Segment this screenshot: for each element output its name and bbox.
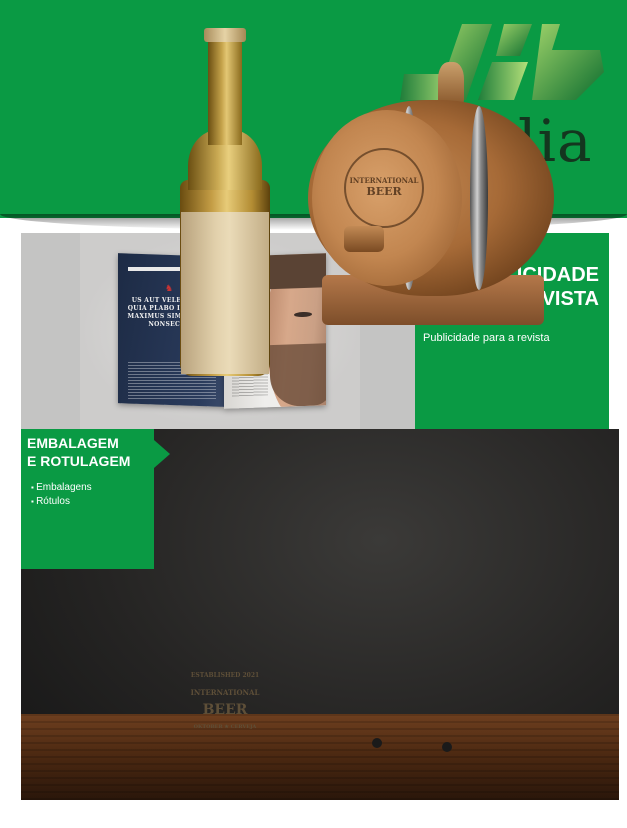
publicidade-description: Publicidade para a revista xyxy=(423,332,550,344)
bottle-neck xyxy=(208,35,242,145)
stand-knob xyxy=(372,738,382,748)
table-grain xyxy=(21,714,619,800)
portrait-beard xyxy=(270,343,326,408)
embalagem-title-line2: E ROTULAGEM xyxy=(27,452,131,469)
label-bottom: OKTOBER ★ CERVEJA xyxy=(193,724,257,730)
bottle-cap xyxy=(204,28,246,42)
barrel-stamp-text: INTERNATIONAL BEER xyxy=(344,176,424,198)
barrel-top-plug xyxy=(438,62,464,104)
portrait-hair xyxy=(264,253,326,290)
deer-icon: ♞ xyxy=(165,284,174,294)
list-item: Rótulos xyxy=(31,495,151,509)
embalagem-title-line1: EMBALAGEM xyxy=(27,435,119,451)
stand-knob xyxy=(442,742,452,752)
bottle-label xyxy=(181,212,269,374)
embalagem-title: EMBALAGEM E ROTULAGEM xyxy=(27,435,152,470)
label-beer: BEER xyxy=(202,702,248,718)
barrel-spigot xyxy=(344,226,384,252)
embalagem-list: Embalagens Rótulos xyxy=(31,481,151,508)
barrel-stamp-line2: BEER xyxy=(366,185,402,198)
barrel-hoop xyxy=(470,106,488,290)
label-established: ESTABLISHED 2021 xyxy=(190,672,260,679)
barrel-stamp-line1: INTERNATIONAL xyxy=(349,176,419,185)
embalagem-pointer xyxy=(154,440,170,468)
label-international: INTERNATIONAL xyxy=(190,688,260,697)
list-item: Embalagens xyxy=(31,481,151,495)
